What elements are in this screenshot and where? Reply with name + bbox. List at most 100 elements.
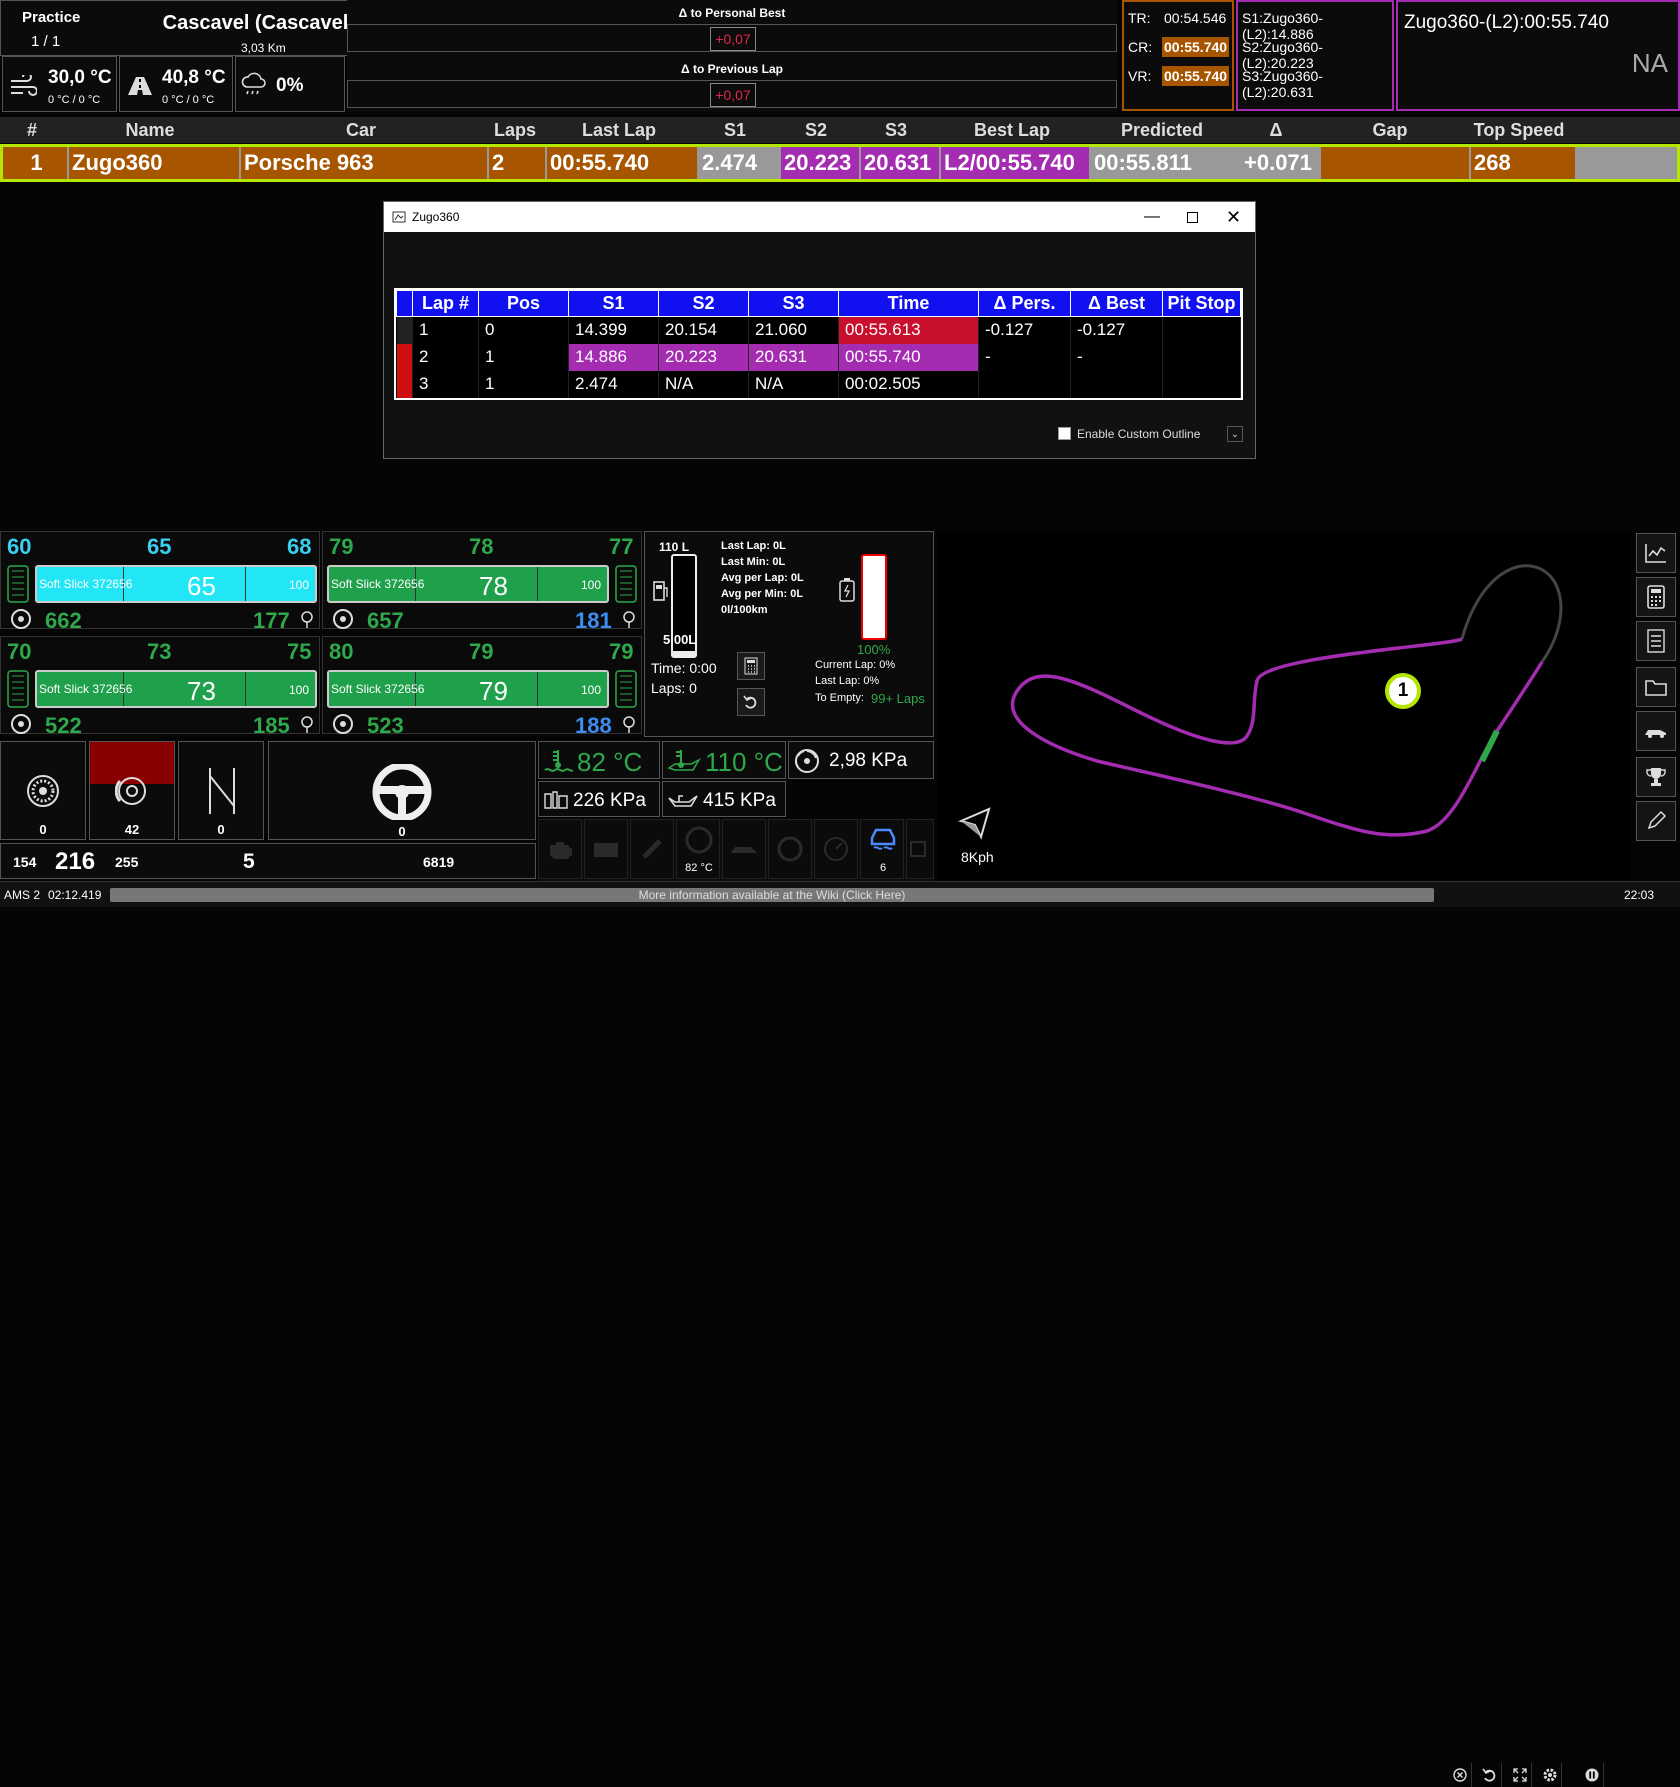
tyre-temp-outer: 79 [329,534,354,559]
fuel-avg-lap: Avg per Lap: 0L [721,572,804,584]
checklist-button[interactable] [1636,621,1676,661]
trophy-icon [1646,768,1666,786]
session-panel: Practice 1 / 1 Cascavel (Cascavel) 3,03 … [0,0,360,56]
cr-value: 00:55.740 [1162,37,1230,57]
hdr-time: Time [838,290,979,317]
cell-lap: 2 [412,343,479,371]
col-s1: S1 [723,119,747,140]
row-gap [1321,147,1469,179]
row-pred: 00:55.811 [1091,147,1239,179]
air-temp: 30,0 °C [48,67,112,88]
delta-personal-label: Δ to Personal Best [678,6,786,20]
status-time: 02:12.419 [48,888,102,902]
row-delta: +0.071 [1241,147,1319,179]
cell-pit [1162,316,1241,344]
tyre-wear-bar: Soft Slick 372656 78 100 [327,565,609,603]
fuel-last-lap: Last Lap: 0L [721,540,786,552]
tyre-compound: Soft Slick 372656 [331,577,425,591]
best-lap-record: Zugo360-(L2):00:55.740 NA [1396,0,1680,111]
expand-icon [1512,1768,1527,1782]
tyre-temp-outer: 60 [7,534,32,559]
brake-temp-value: 82 °C [685,862,713,874]
tyre-temp-mid: 73 [147,639,172,664]
wiki-link[interactable]: More information available at the Wiki (… [110,888,1434,902]
tyre-wear-value: 65 [187,571,216,601]
cell-pos: 1 [478,370,569,398]
minimize-button[interactable]: — [1132,202,1172,232]
speed-max: 255 [115,854,139,870]
fuel-last-min: Last Min: 0L [721,556,786,568]
pause-button[interactable] [1580,1763,1604,1787]
col-s3: S3 [884,119,908,140]
maximize-button[interactable] [1172,202,1212,232]
undo-button[interactable] [1478,1763,1502,1787]
checklist-icon [1647,629,1665,653]
brake-temp: 522 [45,713,82,738]
calculator-tool-button[interactable] [1636,577,1676,617]
col-laps: Laps [493,119,536,140]
gear-icon [1543,1768,1556,1782]
track-name: Cascavel (Cascavel) [162,12,355,34]
delta-personal-value: +0,07 [710,27,756,51]
window-titlebar[interactable]: Zugo360 — ✕ [384,202,1255,232]
tyre-temp-inner: 75 [287,639,312,664]
warning-lights: 82 °C 6 [538,819,934,881]
color-col [396,290,413,317]
col-delta: Δ [1269,119,1283,140]
pencil-icon [1647,810,1667,830]
hdr-dbest: Δ Best [1070,290,1163,317]
row-last: 00:55.740 [547,147,697,179]
car-position-marker[interactable]: 1 [1385,673,1421,709]
hdr-s2: S2 [658,290,749,317]
tyre-wear-max: 100 [288,578,309,592]
settings-button[interactable] [1538,1763,1562,1787]
tyre-tread-icon [615,565,637,603]
custom-outline-checkbox[interactable] [1058,427,1071,440]
cell-s2: 20.154 [658,316,749,344]
tyre-tread-icon [615,670,637,708]
fuel-panel: 110 L 5,00L Time: 0:00 Laps: 0 Last Lap:… [644,531,934,737]
sector-records: S1:Zugo360-(L2):14.886 S2:Zugo360-(L2):2… [1236,0,1394,111]
table-row[interactable]: 3 1 2.474 N/A N/A 00:02.505 [396,370,1241,398]
close-button[interactable]: ✕ [1212,202,1255,232]
table-row[interactable]: 2 1 14.886 20.223 20.631 00:55.740 - - [396,343,1241,371]
hdr-s3: S3 [748,290,839,317]
table-row[interactable]: 1 0 14.399 20.154 21.060 00:55.613 -0.12… [396,316,1241,344]
app-icon [392,211,406,223]
gear-shifter-icon [209,768,235,814]
chevron-down-icon[interactable]: ⌄ [1227,426,1243,442]
fuel-time: Time: 0:00 [651,660,717,676]
brake-value: 42 [124,822,140,837]
s2-record: S2:Zugo360-(L2):20.223 [1242,39,1323,71]
telemetry-button[interactable] [1636,533,1676,573]
edit-button[interactable] [1636,801,1676,841]
col-name: Name [125,119,175,140]
calculator-button[interactable] [737,652,765,680]
brake-panel: 42 [89,741,175,840]
brake-temp-warning: 82 °C [676,819,720,879]
stop-button[interactable] [1448,1763,1472,1787]
tyre-pressure: 177 [253,608,290,633]
gearbox-panel: 0 [178,741,264,840]
hdr-dpers: Δ Pers. [978,290,1071,317]
row-s3: 20.631 [861,147,939,179]
car-setup-button[interactable] [1636,711,1676,751]
folder-button[interactable] [1636,667,1676,707]
traction-control-warning: 6 [860,819,904,879]
timing-row[interactable]: 1 Zugo360 Porsche 963 2 00:55.740 2.474 … [0,144,1680,182]
trophy-button[interactable] [1636,757,1676,797]
vr-label: VR: [1128,68,1152,84]
cell-dbest: - [1070,343,1163,371]
reset-button[interactable] [737,688,765,716]
engine-warning-icon [538,819,582,879]
speed-min: 154 [13,854,37,870]
row-best: L2/00:55.740 [941,147,1089,179]
cell-dbest: -0.127 [1070,316,1163,344]
battery-value: 100% [857,642,891,657]
hdr-lap: Lap # [412,290,479,317]
fullscreen-button[interactable] [1508,1763,1532,1787]
gear-value: 5 [243,850,255,873]
tyre-temp-mid: 65 [147,534,172,559]
rain-cloud-icon [241,72,266,95]
brake-disc-icon [11,609,31,629]
